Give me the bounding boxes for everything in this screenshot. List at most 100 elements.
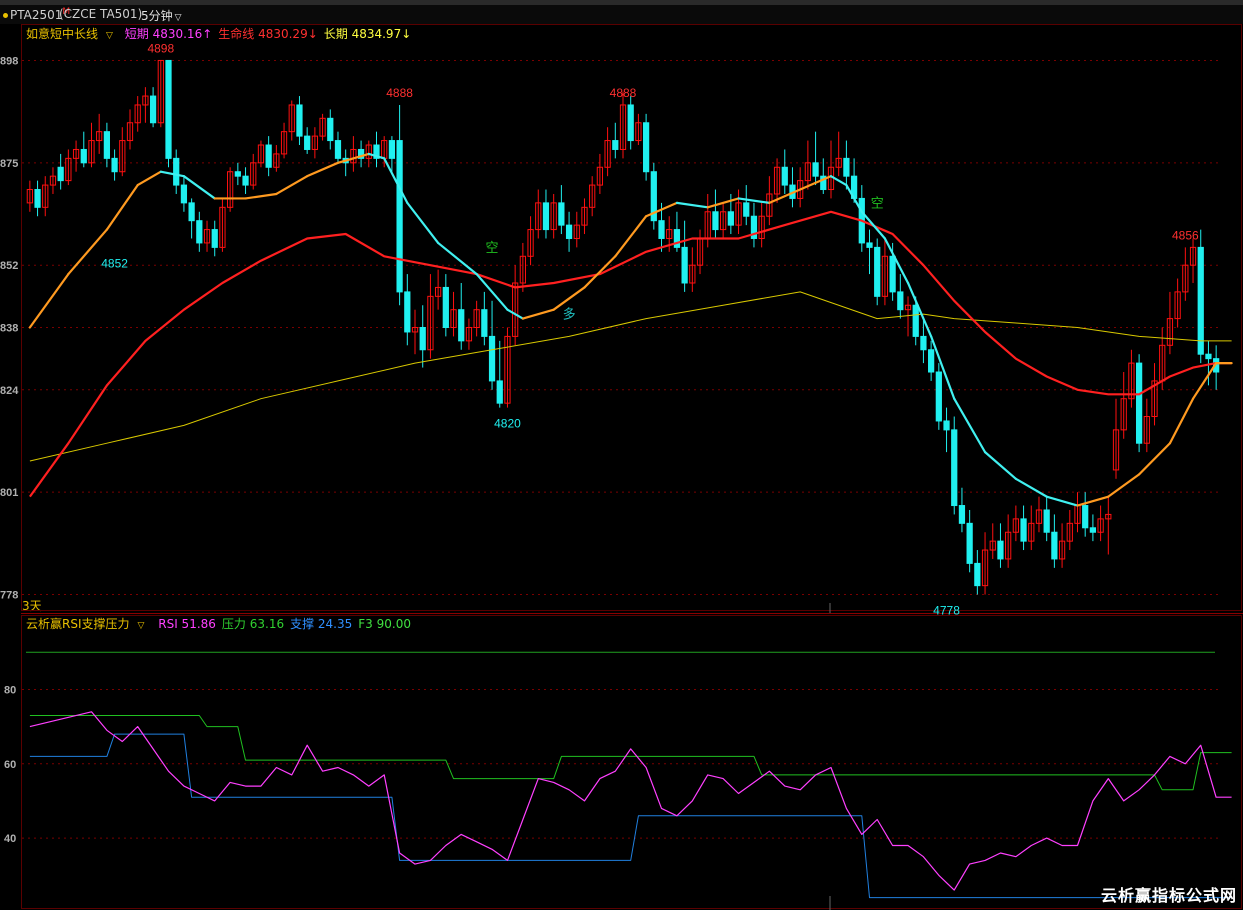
- candle-body: [912, 304, 919, 337]
- price-extreme-label: 4778: [933, 604, 960, 618]
- candle-body: [966, 522, 973, 564]
- chevron-down-icon: ▽: [174, 13, 182, 23]
- sub-pane-frame: [21, 615, 1242, 909]
- candle-body: [874, 246, 881, 297]
- candle-body: [188, 202, 195, 222]
- candle-body: [943, 420, 950, 431]
- candle-body: [712, 211, 719, 231]
- exchange-label: (CZCE TA501): [59, 7, 143, 21]
- y-tick-label: 852: [0, 260, 18, 272]
- short-ma-segment: [275, 175, 309, 196]
- candle-body: [419, 327, 426, 351]
- short-ma-segment: [521, 308, 555, 320]
- candle-body: [265, 144, 272, 168]
- candle-body: [935, 371, 942, 422]
- candle-body: [149, 95, 157, 124]
- candle-body: [80, 148, 87, 164]
- candle-body: [396, 140, 403, 293]
- short-ma-segment: [1014, 477, 1048, 498]
- candle-body: [681, 246, 688, 284]
- watermark: 云析赢指标公式网: [1100, 886, 1237, 905]
- candle-body: [211, 229, 218, 248]
- price-extreme-label: 4856: [1172, 228, 1199, 242]
- candle-body: [103, 131, 111, 159]
- short-ma-segment: [1191, 362, 1218, 400]
- short-ma-segment: [583, 255, 617, 289]
- y-tick-label: 898: [0, 55, 18, 67]
- short-ma-segment: [953, 397, 987, 454]
- candle-body: [34, 189, 41, 208]
- candle-body: [889, 255, 896, 293]
- candle-body: [304, 135, 311, 150]
- kline-chart[interactable]: 778 801 824 838 852 875 898 40 60 80 4898 4852 4888 4…: [0, 24, 1243, 910]
- short-ma-segment: [244, 192, 278, 200]
- candle-body: [812, 162, 819, 177]
- sub-y-tick-label: 80: [4, 684, 16, 696]
- sub-y-tick-label: 60: [4, 759, 16, 771]
- candle-body: [481, 309, 488, 337]
- candle-body: [180, 184, 188, 204]
- short-ma-segment: [105, 183, 139, 231]
- candle-body: [658, 220, 665, 239]
- candle-body: [866, 242, 873, 248]
- candle-body: [997, 540, 1004, 560]
- period-selector[interactable]: 5分钟 ▽: [141, 7, 182, 24]
- candle-body: [1089, 527, 1097, 533]
- candle-body: [1020, 518, 1027, 542]
- short-ma-segment: [1107, 473, 1141, 498]
- short-ma-segment: [1076, 495, 1110, 507]
- candle-body: [951, 429, 958, 507]
- candle-body: [612, 140, 619, 150]
- life-ma-line: [29, 210, 1232, 498]
- short-ma-segment: [1168, 397, 1195, 445]
- price-extreme-label: 4888: [610, 86, 637, 100]
- candle-body: [1197, 246, 1204, 355]
- short-ma-segment: [552, 286, 586, 311]
- y-tick-label: 838: [0, 323, 18, 335]
- short-ma-segment: [159, 170, 186, 178]
- short-ma-segment: [1138, 442, 1172, 476]
- candle-body: [673, 229, 681, 248]
- candle-body: [57, 166, 64, 182]
- status-dot-icon: [3, 13, 8, 18]
- candle-body: [296, 104, 303, 137]
- candle-body: [1051, 531, 1058, 560]
- candle-body: [743, 202, 750, 217]
- candle-body: [458, 309, 465, 342]
- short-ma-segment: [906, 281, 933, 338]
- candle-body: [843, 157, 850, 177]
- candle-body: [558, 202, 565, 226]
- trade-signal-label: 空: [486, 241, 499, 256]
- candle-body: [565, 224, 573, 239]
- short-ma-segment: [1045, 495, 1079, 507]
- candle-body: [920, 335, 927, 351]
- short-ma-segment: [306, 161, 340, 178]
- short-ma-segment: [614, 215, 648, 258]
- short-ma-segment: [383, 157, 409, 204]
- candle-body: [234, 171, 241, 177]
- candle-body: [404, 291, 411, 333]
- candle-body: [196, 220, 203, 244]
- candle-body: [111, 157, 118, 173]
- candle-body: [165, 59, 172, 159]
- candle-body: [442, 286, 449, 329]
- y-tick-label: 824: [0, 385, 19, 397]
- candle-body: [496, 380, 503, 404]
- candle-body: [242, 175, 249, 186]
- trade-signal-label: 空: [871, 196, 884, 211]
- short-ma-segment: [136, 170, 162, 187]
- y-tick-label: 875: [0, 158, 18, 170]
- candle-body: [727, 211, 734, 226]
- candle-body: [627, 104, 634, 142]
- candle-body: [974, 562, 981, 587]
- candle-body: [958, 505, 966, 524]
- candle-body: [1043, 509, 1050, 533]
- pressure-line: [29, 715, 1232, 791]
- candle-body: [642, 122, 650, 173]
- short-ma-segment: [983, 451, 1017, 480]
- candle-body: [1082, 505, 1089, 529]
- support-line: [29, 733, 1232, 899]
- title-bar: PTA2501M (CZCE TA501) 5分钟 ▽: [0, 0, 1243, 24]
- candle-body: [1205, 353, 1212, 360]
- candle-body: [1135, 362, 1143, 444]
